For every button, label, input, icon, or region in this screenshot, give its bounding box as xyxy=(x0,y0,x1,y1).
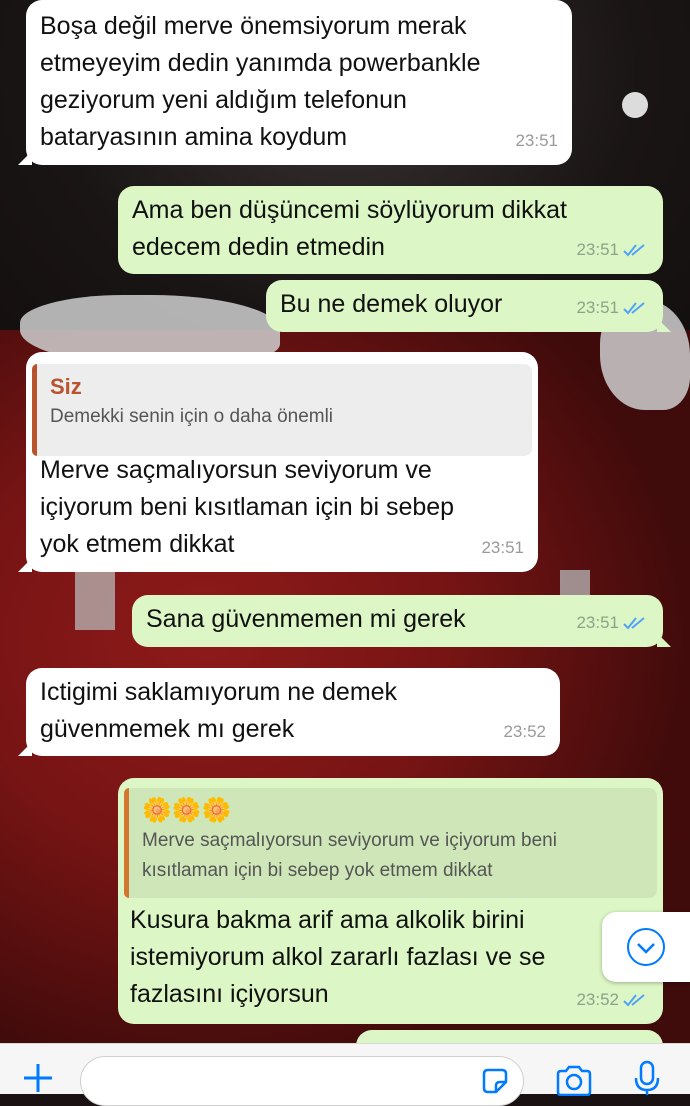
quoted-message[interactable]: 🌼🌼🌼 Merve saçmalıyorsun seviyorum ve içi… xyxy=(124,788,657,898)
message-time: 23:52 xyxy=(576,990,619,1009)
message-composer xyxy=(0,1043,690,1106)
quoted-message[interactable]: Siz Demekki senin için o daha önemli xyxy=(32,364,532,456)
quoted-text: Merve saçmalıyorsun seviyorum ve içiyoru… xyxy=(142,830,557,881)
message-bubble-incoming[interactable]: Boşa değil merve önemsiyorum merak etmey… xyxy=(18,0,572,165)
message-text: Boşa değil merve önemsiyorum merak etmey… xyxy=(40,12,481,151)
message-input[interactable] xyxy=(80,1056,524,1106)
message-time: 23:51 xyxy=(515,131,558,150)
chevron-down-icon xyxy=(627,928,665,966)
message-time: 23:52 xyxy=(503,722,546,741)
double-check-icon xyxy=(623,616,645,629)
quoted-author: 🌼🌼🌼 xyxy=(142,797,232,824)
message-time: 23:51 xyxy=(576,298,619,317)
microphone-icon[interactable] xyxy=(632,1060,662,1096)
message-time: 23:51 xyxy=(576,613,619,632)
message-text: Kusura bakma arif ama alkolik birini ist… xyxy=(130,906,546,1008)
message-bubble-incoming[interactable]: Siz Demekki senin için o daha önemli Mer… xyxy=(18,352,538,572)
double-check-icon xyxy=(623,993,645,1006)
double-check-icon xyxy=(623,301,645,314)
scroll-to-bottom-button[interactable] xyxy=(602,912,690,982)
camera-icon[interactable] xyxy=(555,1064,593,1096)
message-time: 23:51 xyxy=(576,240,619,259)
message-bubble-outgoing[interactable]: 🌼🌼🌼 Merve saçmalıyorsun seviyorum ve içi… xyxy=(118,778,663,1024)
message-bubble-outgoing[interactable]: Ama ben düşüncemi söylüyorum dikkat edec… xyxy=(118,186,663,274)
quoted-author: Siz xyxy=(50,374,82,399)
double-check-icon xyxy=(623,243,645,256)
message-bubble-outgoing[interactable]: Sana güvenmemen mi gerek 23:51 xyxy=(132,595,671,647)
message-bubble-outgoing[interactable]: Bu ne demek oluyor 23:51 xyxy=(266,280,671,332)
quoted-text: Demekki senin için o daha önemli xyxy=(50,406,334,427)
plus-icon[interactable] xyxy=(20,1060,56,1096)
message-text: Sana güvenmemen mi gerek xyxy=(146,605,466,633)
sticker-icon[interactable] xyxy=(480,1066,510,1096)
message-text: Ictigimi saklamıyorum ne demek güvenmeme… xyxy=(40,678,398,743)
message-bubble-incoming[interactable]: Ictigimi saklamıyorum ne demek güvenmeme… xyxy=(18,668,560,756)
message-time: 23:51 xyxy=(481,538,524,557)
message-text: Ama ben düşüncemi söylüyorum dikkat edec… xyxy=(132,196,567,261)
message-text: Merve saçmalıyorsun seviyorum ve içiyoru… xyxy=(40,456,455,558)
